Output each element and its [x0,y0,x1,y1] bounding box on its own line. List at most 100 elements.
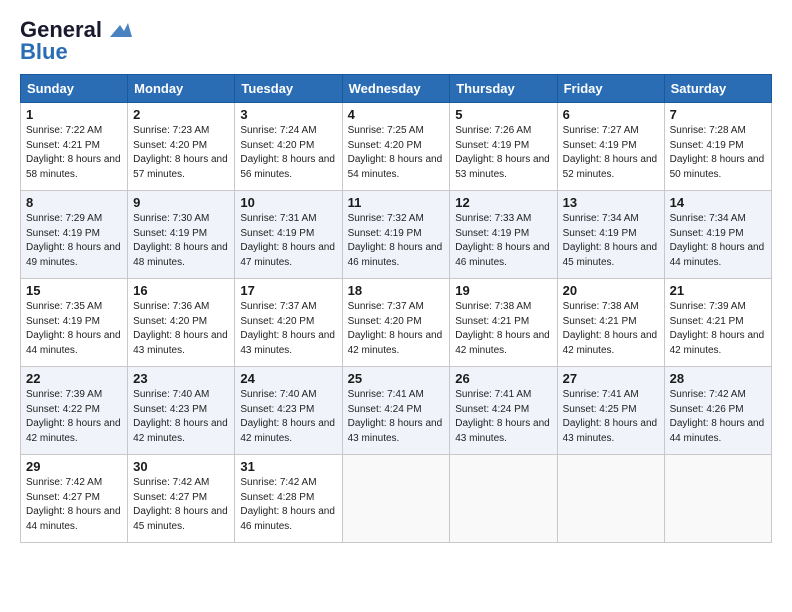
page: General Blue SundayMondayTuesdayWednesda… [0,0,792,612]
day-number: 23 [133,371,229,386]
day-number: 9 [133,195,229,210]
day-number: 21 [670,283,766,298]
day-info: Sunrise: 7:25 AMSunset: 4:20 PMDaylight:… [348,124,445,182]
day-info: Sunrise: 7:28 AMSunset: 4:19 PMDaylight:… [670,124,766,182]
day-info: Sunrise: 7:42 AMSunset: 4:27 PMDaylight:… [133,476,229,534]
calendar-cell: 29 Sunrise: 7:42 AMSunset: 4:27 PMDayligh… [21,455,128,543]
day-info: Sunrise: 7:30 AMSunset: 4:19 PMDaylight:… [133,212,229,270]
calendar-cell: 15Sunrise: 7:35 AMSunset: 4:19 PMDayligh… [21,279,128,367]
calendar-cell: 20 Sunrise: 7:38 AMSunset: 4:21 PMDayligh… [557,279,664,367]
logo-blue: Blue [20,40,68,64]
calendar-cell: 6 Sunrise: 7:27 AMSunset: 4:19 PMDaylight… [557,103,664,191]
day-info: Sunrise: 7:32 AMSunset: 4:19 PMDaylight:… [348,212,445,270]
calendar-cell [664,455,771,543]
calendar-table: SundayMondayTuesdayWednesdayThursdayFrid… [20,74,772,543]
day-number: 31 [240,459,336,474]
day-info: Sunrise: 7:34 AMSunset: 4:19 PMDaylight:… [670,212,766,270]
day-info: Sunrise: 7:42 AMSunset: 4:28 PMDaylight:… [240,476,336,534]
weekday-header-saturday: Saturday [664,75,771,103]
calendar-cell: 30 Sunrise: 7:42 AMSunset: 4:27 PMDayligh… [128,455,235,543]
calendar-cell: 28 Sunrise: 7:42 AMSunset: 4:26 PMDayligh… [664,367,771,455]
calendar-cell: 3Sunrise: 7:24 AMSunset: 4:20 PMDaylight… [235,103,342,191]
day-info: Sunrise: 7:42 AMSunset: 4:26 PMDaylight:… [670,388,766,446]
calendar-cell: 18 Sunrise: 7:37 AMSunset: 4:20 PMDayligh… [342,279,450,367]
calendar-cell: 12 Sunrise: 7:33 AMSunset: 4:19 PMDayligh… [450,191,557,279]
day-number: 22 [26,371,122,386]
day-number: 15 [26,283,122,298]
day-info: Sunrise: 7:33 AMSunset: 4:19 PMDaylight:… [455,212,551,270]
calendar-cell: 21 Sunrise: 7:39 AMSunset: 4:21 PMDayligh… [664,279,771,367]
calendar-cell: 9 Sunrise: 7:30 AMSunset: 4:19 PMDaylight… [128,191,235,279]
day-number: 4 [348,107,445,122]
calendar-cell: 14Sunrise: 7:34 AMSunset: 4:19 PMDayligh… [664,191,771,279]
weekday-header-wednesday: Wednesday [342,75,450,103]
calendar-cell: 1 Sunrise: 7:22 AMSunset: 4:21 PMDaylight… [21,103,128,191]
day-info: Sunrise: 7:29 AMSunset: 4:19 PMDaylight:… [26,212,122,270]
calendar-cell: 23 Sunrise: 7:40 AMSunset: 4:23 PMDayligh… [128,367,235,455]
day-number: 18 [348,283,445,298]
day-number: 19 [455,283,551,298]
day-info: Sunrise: 7:27 AMSunset: 4:19 PMDaylight:… [563,124,659,182]
day-number: 20 [563,283,659,298]
calendar-cell: 27 Sunrise: 7:41 AMSunset: 4:25 PMDayligh… [557,367,664,455]
day-info: Sunrise: 7:23 AMSunset: 4:20 PMDaylight:… [133,124,229,182]
calendar-cell: 16Sunrise: 7:36 AMSunset: 4:20 PMDayligh… [128,279,235,367]
day-number: 10 [240,195,336,210]
day-number: 2 [133,107,229,122]
header: General Blue [20,18,772,64]
day-info: Sunrise: 7:34 AMSunset: 4:19 PMDaylight:… [563,212,659,270]
calendar-cell: 5Sunrise: 7:26 AMSunset: 4:19 PMDaylight… [450,103,557,191]
day-number: 16 [133,283,229,298]
day-info: Sunrise: 7:41 AMSunset: 4:24 PMDaylight:… [455,388,551,446]
day-info: Sunrise: 7:31 AMSunset: 4:19 PMDaylight:… [240,212,336,270]
day-number: 13 [563,195,659,210]
day-info: Sunrise: 7:38 AMSunset: 4:21 PMDaylight:… [563,300,659,358]
logo-bird-icon [110,23,132,39]
day-info: Sunrise: 7:40 AMSunset: 4:23 PMDaylight:… [133,388,229,446]
day-number: 25 [348,371,445,386]
calendar-cell: 8 Sunrise: 7:29 AMSunset: 4:19 PMDaylight… [21,191,128,279]
calendar-cell: 19Sunrise: 7:38 AMSunset: 4:21 PMDayligh… [450,279,557,367]
calendar-cell [342,455,450,543]
calendar-cell: 26 Sunrise: 7:41 AMSunset: 4:24 PMDayligh… [450,367,557,455]
calendar-cell [557,455,664,543]
calendar-cell: 7 Sunrise: 7:28 AMSunset: 4:19 PMDaylight… [664,103,771,191]
day-number: 11 [348,195,445,210]
weekday-header-tuesday: Tuesday [235,75,342,103]
calendar-cell: 11 Sunrise: 7:32 AMSunset: 4:19 PMDayligh… [342,191,450,279]
day-number: 12 [455,195,551,210]
day-info: Sunrise: 7:37 AMSunset: 4:20 PMDaylight:… [240,300,336,358]
day-info: Sunrise: 7:42 AMSunset: 4:27 PMDaylight:… [26,476,122,534]
day-number: 30 [133,459,229,474]
calendar-cell: 22 Sunrise: 7:39 AMSunset: 4:22 PMDayligh… [21,367,128,455]
weekday-header-friday: Friday [557,75,664,103]
calendar-cell: 4 Sunrise: 7:25 AMSunset: 4:20 PMDaylight… [342,103,450,191]
day-info: Sunrise: 7:39 AMSunset: 4:22 PMDaylight:… [26,388,122,446]
day-info: Sunrise: 7:41 AMSunset: 4:24 PMDaylight:… [348,388,445,446]
day-number: 27 [563,371,659,386]
weekday-header-sunday: Sunday [21,75,128,103]
day-info: Sunrise: 7:22 AMSunset: 4:21 PMDaylight:… [26,124,122,182]
day-number: 5 [455,107,551,122]
day-number: 29 [26,459,122,474]
weekday-header-monday: Monday [128,75,235,103]
day-number: 8 [26,195,122,210]
day-number: 3 [240,107,336,122]
calendar-cell: 24Sunrise: 7:40 AMSunset: 4:23 PMDayligh… [235,367,342,455]
calendar-cell: 25 Sunrise: 7:41 AMSunset: 4:24 PMDayligh… [342,367,450,455]
day-number: 26 [455,371,551,386]
calendar-cell [450,455,557,543]
calendar-cell: 31 Sunrise: 7:42 AMSunset: 4:28 PMDayligh… [235,455,342,543]
calendar-cell: 17Sunrise: 7:37 AMSunset: 4:20 PMDayligh… [235,279,342,367]
day-number: 6 [563,107,659,122]
day-number: 7 [670,107,766,122]
day-info: Sunrise: 7:39 AMSunset: 4:21 PMDaylight:… [670,300,766,358]
day-info: Sunrise: 7:37 AMSunset: 4:20 PMDaylight:… [348,300,445,358]
day-number: 28 [670,371,766,386]
day-number: 1 [26,107,122,122]
logo: General Blue [20,18,132,64]
day-number: 24 [240,371,336,386]
day-info: Sunrise: 7:41 AMSunset: 4:25 PMDaylight:… [563,388,659,446]
calendar-cell: 10 Sunrise: 7:31 AMSunset: 4:19 PMDayligh… [235,191,342,279]
calendar-cell: 2 Sunrise: 7:23 AMSunset: 4:20 PMDaylight… [128,103,235,191]
